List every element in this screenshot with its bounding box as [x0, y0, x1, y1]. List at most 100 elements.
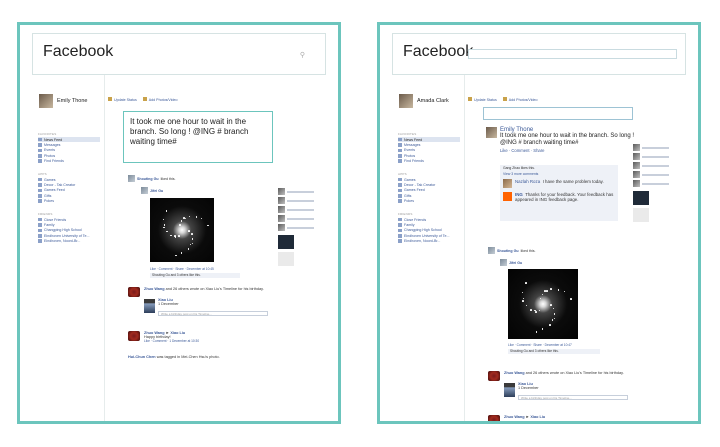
sidebar-suggestion[interactable] — [278, 214, 314, 223]
sidebar-item-label: Find Friends — [44, 159, 64, 164]
text-placeholder — [287, 208, 314, 211]
sidebar-suggestion[interactable] — [633, 152, 669, 161]
wall-post-meta[interactable]: Like · Comment · 1 December at 10:30 — [144, 339, 199, 343]
photo-spark — [179, 224, 181, 226]
friend-photo[interactable] — [144, 299, 155, 313]
friends-icon — [38, 159, 42, 164]
friend-photo[interactable] — [504, 383, 515, 397]
status-input[interactable] — [483, 107, 633, 120]
text-placeholder — [642, 155, 669, 158]
tag-author[interactable]: Hui-Chun Chen — [128, 355, 156, 359]
sidebar-item-label: Family — [44, 222, 55, 227]
sponsored-ad[interactable] — [633, 191, 649, 205]
sidebar-suggestion[interactable] — [278, 196, 314, 205]
update-status-tab[interactable]: Update Status — [108, 97, 137, 102]
comment-author[interactable]: ING — [515, 192, 523, 197]
sidebar-item-find-friends[interactable]: Find Friends — [38, 159, 100, 164]
news-feed-icon — [38, 137, 42, 142]
sidebar-suggestion[interactable] — [278, 205, 314, 214]
photo-spark — [174, 235, 176, 237]
thumbnail — [278, 215, 285, 222]
sidebar-suggestion[interactable] — [633, 170, 669, 179]
photos-icon — [398, 154, 402, 158]
text-placeholder — [287, 226, 314, 229]
wall-post-target[interactable]: Xiao Liu — [530, 415, 545, 419]
photo-spark — [549, 324, 551, 326]
list-icon — [398, 223, 402, 227]
wall-post-target[interactable]: Xiao Liu — [170, 331, 185, 335]
photo-spark — [200, 217, 203, 220]
story-sub-author[interactable]: Jifei Gu — [150, 189, 163, 193]
sidebar-nav: FAVORITES News Feed Messages Events Phot… — [38, 129, 100, 244]
list-icon — [398, 217, 402, 222]
post-actions[interactable]: Like · Comment · Share — [500, 148, 636, 153]
composer-bar: Update Status Add Photos/Video — [468, 97, 686, 102]
sponsored-ad[interactable] — [278, 235, 294, 249]
comment-author[interactable]: Nazlah Roza — [515, 179, 540, 184]
sidebar-item-label: Gifts — [404, 193, 412, 198]
friends-icon — [398, 159, 402, 164]
avatar — [39, 94, 53, 108]
add-photo-tab[interactable]: Add Photos/Video — [502, 97, 538, 102]
wall-sub-date: 1 December — [158, 302, 179, 306]
story-author[interactable]: Shouting Gu — [497, 249, 519, 253]
sidebar-nav: FAVORITES News Feed Messages Events Phot… — [398, 129, 460, 244]
update-status-tab[interactable]: Update Status — [468, 97, 497, 102]
thumbnail — [633, 180, 640, 187]
story-sub-author[interactable]: Jifei Gu — [509, 261, 522, 265]
header-bar: Facebook ⚲ — [32, 33, 326, 75]
news-feed: Update Status Add Photos/Video Emily Tho… — [468, 81, 686, 421]
feed-photo[interactable] — [508, 269, 578, 339]
text-placeholder — [287, 217, 314, 220]
photo-spark — [550, 288, 552, 290]
nav-heading-apps: APPS — [398, 171, 407, 176]
feed-story-header: Shouting Gu liked this. — [488, 247, 536, 254]
text-placeholder — [287, 199, 314, 202]
sidebar-suggestion[interactable] — [633, 161, 669, 170]
profile-link[interactable]: Emily Thone — [39, 94, 87, 108]
birthday-post-input[interactable]: Write a birthday post on his Timeline... — [158, 311, 268, 316]
sponsored-ad[interactable] — [633, 208, 649, 222]
sidebar-suggestion[interactable] — [633, 179, 669, 188]
avatar — [503, 179, 512, 188]
sidebar-item-find-friends[interactable]: Find Friends — [398, 159, 460, 164]
story-actions[interactable]: Like · Comment · Share · December at 10:… — [150, 267, 214, 271]
profile-link[interactable]: Amada Clark — [399, 94, 449, 108]
comment-area: Gang Zhao likes this. View 3 more commen… — [500, 165, 618, 221]
wall-author[interactable]: Zhuo Wang — [144, 287, 165, 291]
wall-post-author[interactable]: Zhuo Wang — [504, 415, 525, 419]
status-input-text: It took me one hour to wait in the branc… — [130, 117, 249, 146]
feed-photo[interactable] — [150, 198, 214, 262]
story-author[interactable]: Shouting Gu — [137, 177, 159, 181]
status-input-bubble[interactable]: It took me one hour to wait in the branc… — [123, 111, 273, 163]
story-actions[interactable]: Like · Comment · Share · December at 10:… — [508, 343, 572, 347]
text-placeholder — [287, 190, 314, 193]
sidebar-suggestion[interactable] — [278, 187, 314, 196]
sidebar-item-pokes[interactable]: Pokes — [38, 199, 100, 204]
sidebar-suggestion[interactable] — [278, 223, 314, 232]
sidebar-suggestion[interactable] — [633, 143, 669, 152]
sidebar-item-city[interactable]: Eindhoven, Noord-Br... — [38, 238, 100, 243]
sidebar-item-city[interactable]: Eindhoven, Noord-Br... — [398, 238, 460, 243]
wall-story: Zhuo Wang and 26 others wrote on Xiao Li… — [504, 371, 634, 375]
search-icon[interactable]: ⚲ — [300, 51, 305, 59]
sponsored-ad[interactable] — [278, 252, 294, 266]
birthday-post-input[interactable]: Write a birthday post on his Timeline... — [518, 395, 628, 400]
photo-spark — [553, 313, 556, 315]
add-photo-tab[interactable]: Add Photos/Video — [142, 97, 178, 102]
photo-icon — [142, 97, 147, 101]
app-logo — [488, 415, 500, 421]
thumbnail — [633, 153, 640, 160]
search-input[interactable] — [468, 49, 677, 59]
post-text: It took me one hour to wait in the branc… — [500, 133, 635, 147]
sidebar-item-pokes[interactable]: Pokes — [398, 199, 460, 204]
tag-action: was tagged in Mei-Chen Hsu's photo. — [156, 355, 220, 359]
photo-spark — [535, 311, 537, 313]
view-comments-link[interactable]: View 3 more comments — [503, 172, 538, 176]
thumbnail — [633, 144, 640, 151]
sidebar-item-label: Messages — [44, 143, 61, 148]
wall-author[interactable]: Zhuo Wang — [504, 371, 525, 375]
sidebar-item-label: Events — [44, 148, 55, 153]
sidebar-item-label: Close Friends — [404, 217, 427, 222]
sidebar-item-label: Games — [404, 177, 416, 182]
